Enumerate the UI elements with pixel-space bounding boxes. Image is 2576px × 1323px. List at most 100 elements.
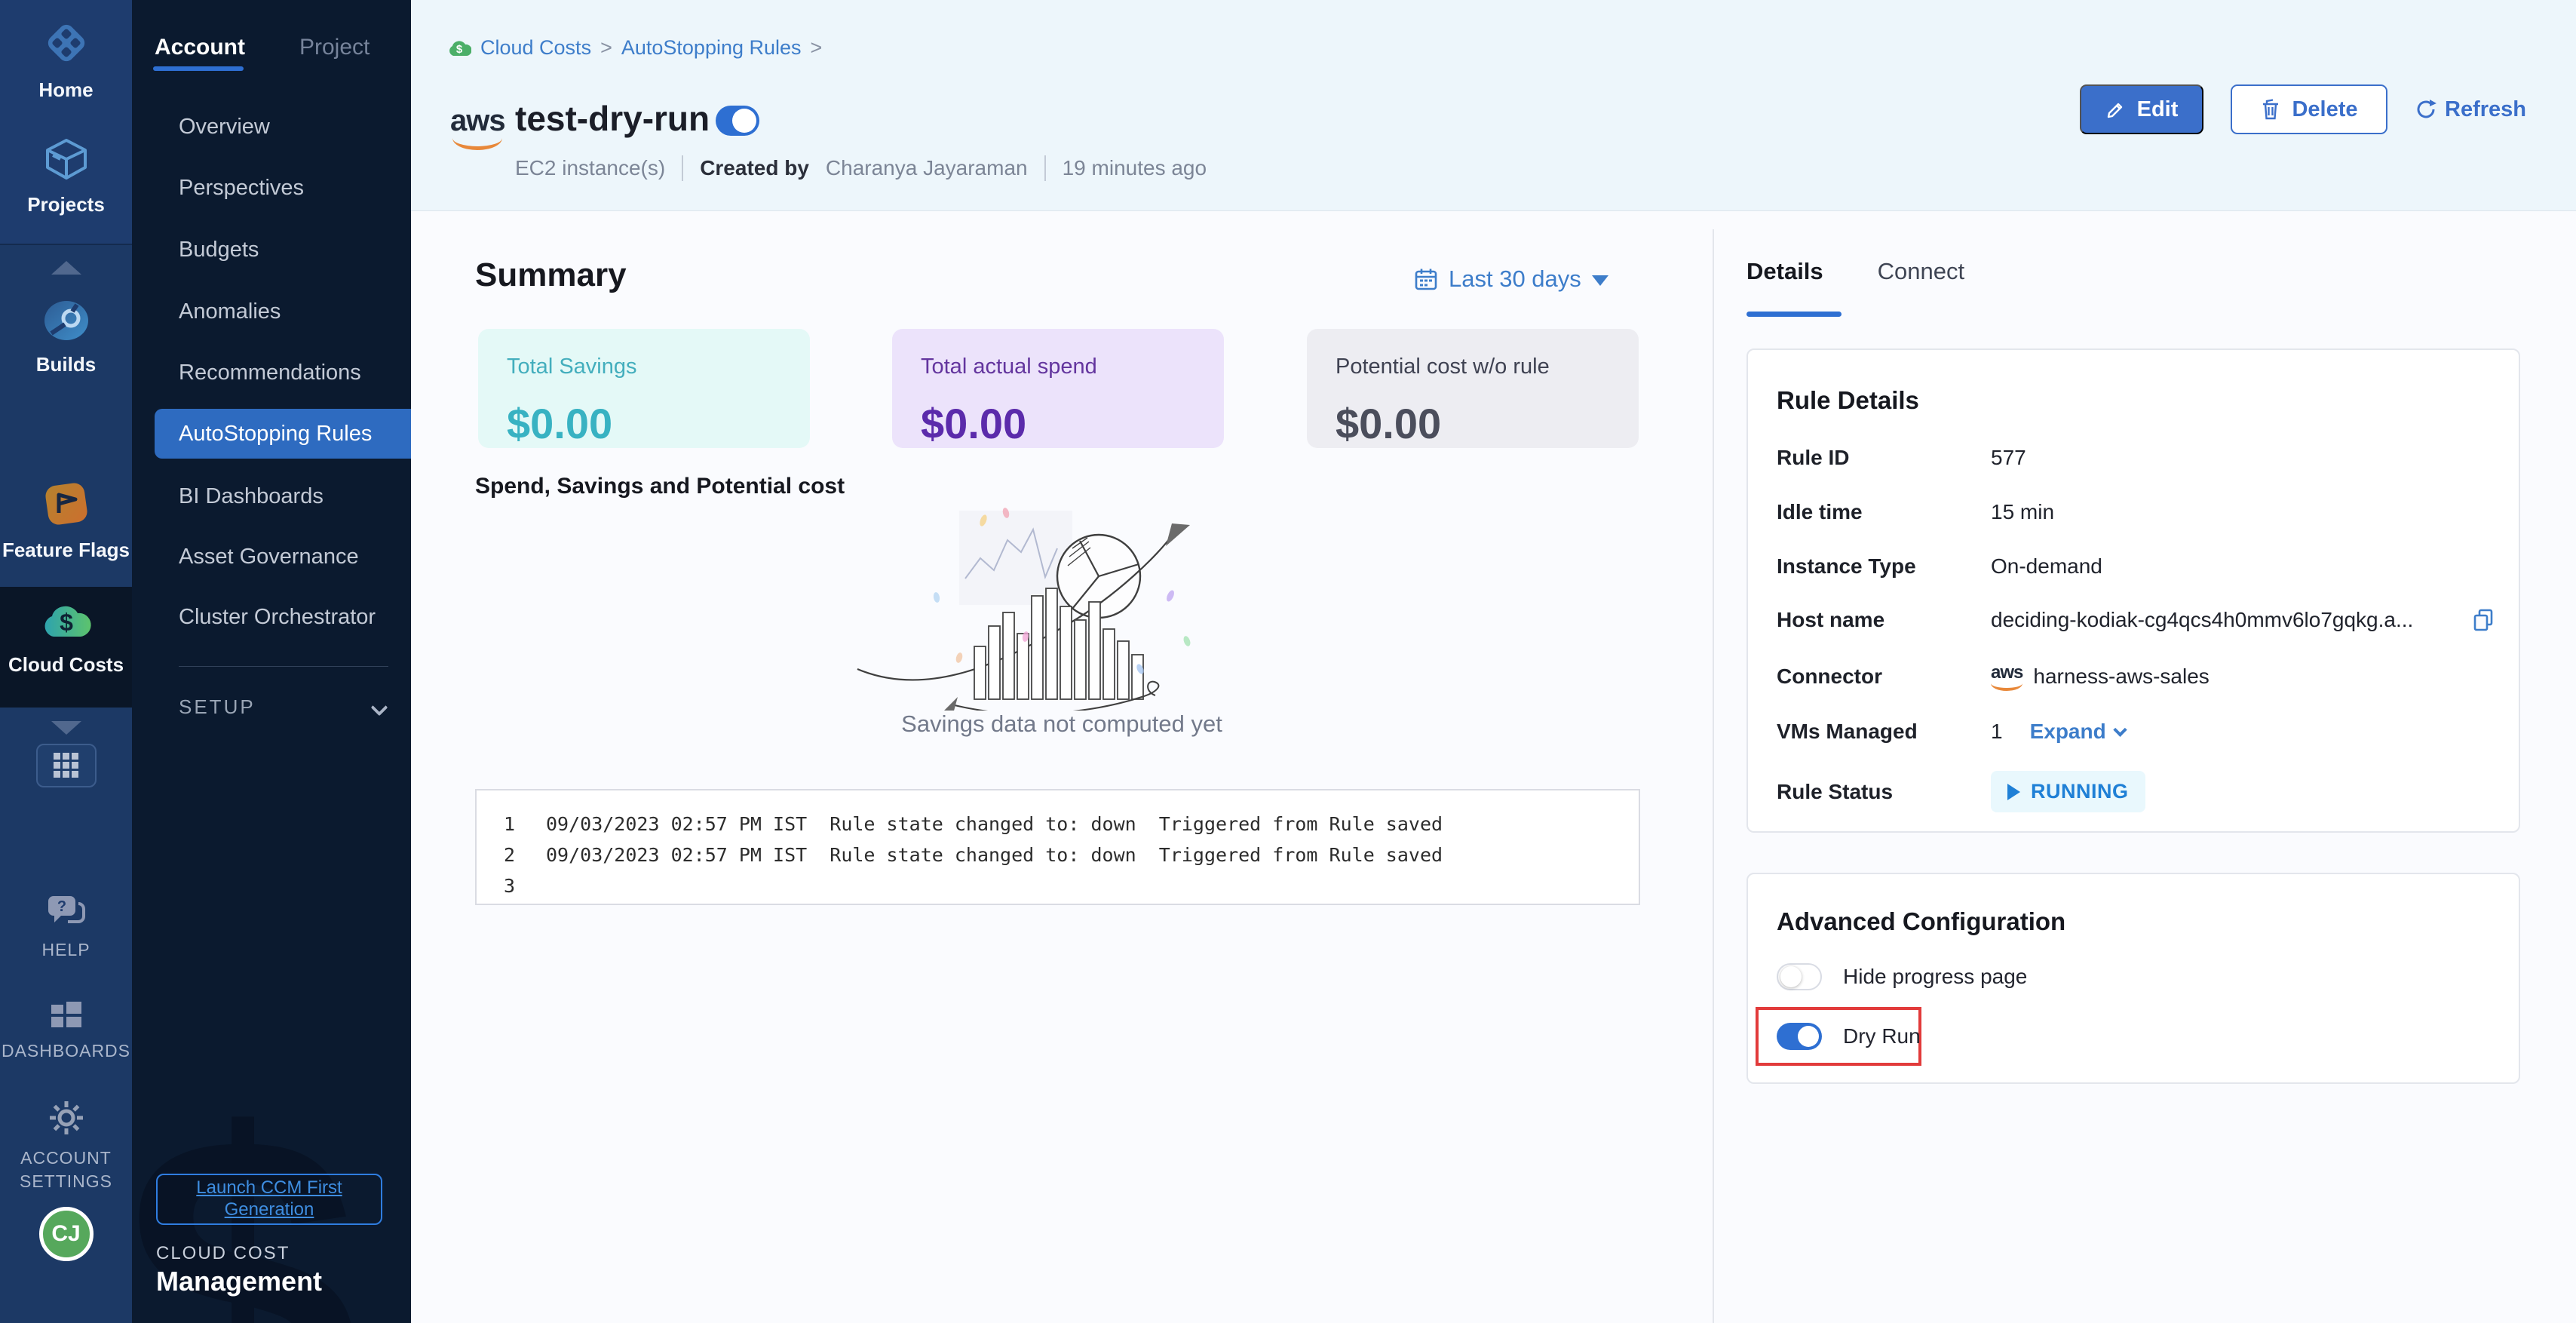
aws-connector-icon: aws xyxy=(1991,662,2022,691)
rail-item-cloud-costs[interactable]: $ Cloud Costs xyxy=(0,600,132,677)
breadcrumb-cloud-costs[interactable]: Cloud Costs xyxy=(480,36,591,60)
harness-home-icon xyxy=(41,18,91,68)
sidebar-item-overview[interactable]: Overview xyxy=(179,115,403,140)
sidebar-item-perspectives[interactable]: Perspectives xyxy=(179,176,403,201)
status-badge: RUNNING xyxy=(1991,771,2145,812)
sidebar-item-recommendations[interactable]: Recommendations xyxy=(179,361,403,385)
potential-cost-label: Potential cost w/o rule xyxy=(1336,355,1610,379)
copy-icon[interactable] xyxy=(2470,607,2496,633)
svg-text:?: ? xyxy=(57,898,66,915)
help-chat-icon: ? xyxy=(47,895,86,929)
rail-item-feature-flags[interactable]: Feature Flags xyxy=(0,480,132,562)
ccm-sidebar: $ Account Project Overview Perspectives … xyxy=(132,0,411,1323)
pencil-icon xyxy=(2105,99,2127,120)
toggle-knob xyxy=(732,109,756,133)
refresh-button[interactable]: Refresh xyxy=(2415,97,2526,122)
toggle-knob xyxy=(1798,1026,1819,1047)
dry-run-toggle[interactable] xyxy=(1777,1023,1822,1050)
rule-enabled-toggle[interactable] xyxy=(716,106,759,136)
rail-item-dashboards[interactable]: DASHBOARDS xyxy=(0,1000,132,1061)
page-header: $ Cloud Costs > AutoStopping Rules > aws… xyxy=(411,0,2576,211)
rail-item-help[interactable]: ? HELP xyxy=(0,895,132,960)
log-line: 109/03/2023 02:57 PM IST Rule state chan… xyxy=(504,809,1639,840)
advanced-configuration-card: Advanced Configuration Hide progress pag… xyxy=(1746,873,2520,1084)
play-icon xyxy=(2007,784,2020,800)
date-range-selector[interactable]: Last 30 days xyxy=(1414,266,1608,293)
vms-count: 1 xyxy=(1991,720,2003,744)
rail-item-builds[interactable]: Builds xyxy=(0,299,132,376)
total-actual-spend-value: $0.00 xyxy=(921,399,1195,448)
host-name-link[interactable]: deciding-kodiak-cg4qcs4h0mmv6lo7gqkg.a..… xyxy=(1991,608,2413,632)
sidebar-item-budgets[interactable]: Budgets xyxy=(179,238,403,262)
rail-label-account-settings-2: SETTINGS xyxy=(20,1171,112,1192)
created-by-name: Charanya Jayaraman xyxy=(826,156,1028,180)
module-picker-button[interactable] xyxy=(36,744,97,787)
sidebar-divider xyxy=(179,666,388,667)
edit-button[interactable]: Edit xyxy=(2080,84,2203,134)
dry-run-label: Dry Run xyxy=(1843,1024,1921,1048)
rule-log-viewer: 109/03/2023 02:57 PM IST Rule state chan… xyxy=(475,789,1640,905)
panel-divider xyxy=(1713,229,1714,1323)
tab-project[interactable]: Project xyxy=(299,35,370,60)
rule-subtitle: EC2 instance(s) Created by Charanya Jaya… xyxy=(515,155,1207,181)
sidebar-item-label: AutoStopping Rules xyxy=(179,422,372,447)
header-actions: Edit Delete Refresh xyxy=(2080,84,2526,134)
total-savings-label: Total Savings xyxy=(507,355,781,379)
summary-heading: Summary xyxy=(475,256,627,294)
rail-item-projects[interactable]: Projects xyxy=(0,136,132,216)
total-savings-value: $0.00 xyxy=(507,399,781,448)
details-tab-underline xyxy=(1746,312,1842,317)
svg-text:$: $ xyxy=(456,43,463,56)
builds-icon xyxy=(42,299,90,342)
hide-progress-row: Hide progress page xyxy=(1777,963,2027,990)
calendar-icon xyxy=(1414,267,1438,291)
potential-cost-value: $0.00 xyxy=(1336,399,1610,448)
sidebar-item-anomalies[interactable]: Anomalies xyxy=(179,299,403,324)
details-panel-tabs: Details Connect xyxy=(1746,258,1964,285)
chart-section-label: Spend, Savings and Potential cost xyxy=(475,474,845,499)
expand-vms-button[interactable]: Expand xyxy=(2030,720,2125,744)
rail-item-home[interactable]: Home xyxy=(0,18,132,102)
rule-id-row: Rule ID 577 xyxy=(1777,446,2496,470)
dashboards-icon xyxy=(50,1000,83,1030)
sidebar-item-asset-governance[interactable]: Asset Governance xyxy=(179,545,403,569)
brand-management: Management xyxy=(156,1266,322,1297)
rail-label-projects: Projects xyxy=(27,193,105,216)
aws-smile-arc xyxy=(1991,683,2022,691)
rail-item-account-settings[interactable]: ACCOUNT SETTINGS xyxy=(0,1098,132,1192)
account-tab-underline xyxy=(153,66,244,71)
date-range-label: Last 30 days xyxy=(1449,266,1581,293)
delete-button[interactable]: Delete xyxy=(2231,84,2387,134)
gear-icon xyxy=(47,1098,86,1137)
connector-row: Connector aws harness-aws-sales xyxy=(1777,662,2496,691)
rail-scroll-up-chevron[interactable] xyxy=(51,261,81,275)
brand-cloud-cost: CLOUD COST xyxy=(156,1243,290,1264)
tab-connect[interactable]: Connect xyxy=(1878,258,1964,285)
instance-type-row: Instance Type On-demand xyxy=(1777,554,2496,579)
total-savings-card: Total Savings $0.00 xyxy=(478,329,810,448)
dry-run-row: Dry Run xyxy=(1777,1023,1921,1050)
breadcrumb-autostopping-rules[interactable]: AutoStopping Rules xyxy=(621,36,802,60)
rail-scroll-down-chevron[interactable] xyxy=(51,721,81,735)
hide-progress-toggle[interactable] xyxy=(1777,963,1822,990)
created-by-label: Created by xyxy=(700,156,809,180)
rail-label-dashboards: DASHBOARDS xyxy=(2,1041,130,1061)
sidebar-item-bi-dashboards[interactable]: BI Dashboards xyxy=(179,484,403,509)
advanced-configuration-heading: Advanced Configuration xyxy=(1777,907,2065,936)
sidebar-item-autostopping-rules[interactable]: AutoStopping Rules xyxy=(155,409,411,459)
tab-details[interactable]: Details xyxy=(1746,258,1823,285)
total-actual-spend-card: Total actual spend $0.00 xyxy=(892,329,1224,448)
cloud-costs-breadcrumb-icon: $ xyxy=(447,38,471,58)
user-avatar[interactable]: CJ xyxy=(39,1207,94,1261)
sidebar-item-cluster-orchestrator[interactable]: Cluster Orchestrator xyxy=(179,605,403,630)
tab-account[interactable]: Account xyxy=(155,35,245,60)
empty-chart-illustration xyxy=(846,507,1268,711)
refresh-icon xyxy=(2415,98,2437,121)
cloud-costs-icon: $ xyxy=(40,600,93,643)
subtitle-divider xyxy=(682,155,683,181)
aws-logo: aws xyxy=(450,104,505,150)
chevron-down-icon xyxy=(2113,723,2127,736)
sidebar-setup-section[interactable]: SETUP xyxy=(179,695,385,719)
app-window: Home Projects Builds Feature Flags $ xyxy=(0,0,2576,1323)
launch-ccm-first-gen-button[interactable]: Launch CCM First Generation xyxy=(156,1174,382,1225)
